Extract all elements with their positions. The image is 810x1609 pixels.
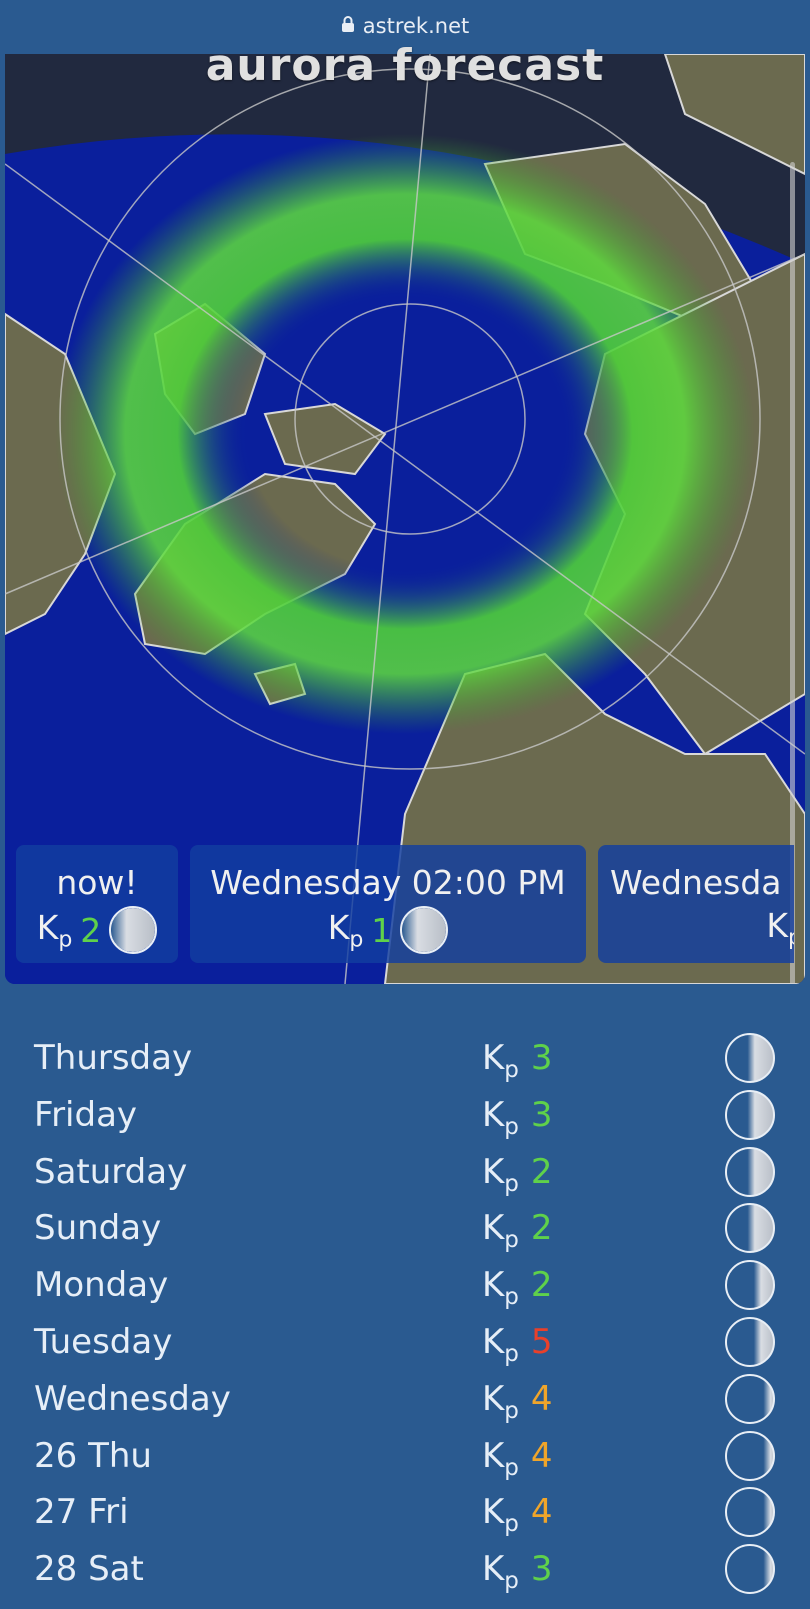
kp-value: 3 xyxy=(530,1094,553,1135)
table-row[interactable]: Sunday Kp 2 xyxy=(0,1200,810,1256)
kp-value: 3 xyxy=(530,1038,553,1078)
day-label: 28 Sat xyxy=(34,1549,144,1590)
table-row[interactable]: 26 Thu Kp 4 xyxy=(0,1428,810,1484)
forecast-card-next[interactable]: Wednesda Kp xyxy=(598,845,794,963)
moon-phase-icon xyxy=(724,1430,776,1482)
forecast-kp: Kp xyxy=(610,906,794,951)
day-label: Friday xyxy=(34,1094,138,1135)
moon-phase-icon xyxy=(724,1259,776,1311)
day-label: Sunday xyxy=(34,1208,162,1249)
table-row[interactable]: Thursday Kp 3 xyxy=(0,1030,810,1086)
kp-label: Kp xyxy=(327,907,364,953)
moon-phase-icon xyxy=(724,1146,776,1198)
table-row[interactable]: Wednesday Kp 4 xyxy=(0,1371,810,1427)
table-row[interactable]: Monday Kp 2 xyxy=(0,1257,810,1313)
moon-phase-icon xyxy=(400,906,449,954)
table-row[interactable]: 27 Fri Kp 4 xyxy=(0,1484,810,1540)
kp-value: 4 xyxy=(530,1378,553,1419)
kp-value: 1 xyxy=(371,910,393,950)
day-label: 27 Fri xyxy=(34,1492,129,1533)
kp-value: 2 xyxy=(80,910,102,950)
kp-value: 5 xyxy=(530,1322,553,1362)
moon-phase-icon xyxy=(109,906,158,954)
table-row[interactable]: 28 Sat Kp 3 xyxy=(0,1541,810,1597)
kp-value: 4 xyxy=(530,1492,553,1533)
forecast-time: Wednesday 02:00 PM xyxy=(210,863,566,902)
kp-label: Kp xyxy=(36,907,73,953)
day-label: Thursday xyxy=(34,1038,193,1078)
day-label: Monday xyxy=(34,1265,169,1306)
table-row[interactable]: Friday Kp 3 xyxy=(0,1087,810,1143)
kp-value: 2 xyxy=(530,1208,553,1249)
forecast-card-now[interactable]: now! Kp 2 xyxy=(16,845,178,963)
map-title: aurora forecast xyxy=(205,40,605,91)
forecast-card-wednesday[interactable]: Wednesday 02:00 PM Kp 1 xyxy=(190,845,586,963)
kp-value: 2 xyxy=(530,1151,553,1192)
forecast-strip[interactable]: now! Kp 2 Wednesday 02:00 PM Kp 1 Wednes… xyxy=(16,845,794,965)
forecast-time: now! xyxy=(56,863,138,902)
moon-phase-icon xyxy=(724,1543,776,1595)
day-label: 26 Thu xyxy=(34,1435,152,1476)
moon-phase-icon xyxy=(724,1373,776,1425)
forecast-kp: Kp 1 xyxy=(190,906,586,954)
day-label: Tuesday xyxy=(34,1322,173,1362)
kp-value: 2 xyxy=(530,1265,553,1306)
moon-phase-icon xyxy=(724,1202,776,1254)
moon-phase-icon xyxy=(724,1032,776,1084)
day-label: Saturday xyxy=(34,1151,188,1192)
kp-value: 3 xyxy=(530,1549,553,1590)
kp-value: 4 xyxy=(530,1435,553,1476)
day-label: Wednesday xyxy=(34,1378,231,1419)
moon-phase-icon xyxy=(724,1089,776,1141)
moon-phase-icon xyxy=(724,1316,776,1368)
lock-icon xyxy=(341,14,355,38)
forecast-kp: Kp 2 xyxy=(16,906,178,954)
forecast-time: Wednesda xyxy=(610,863,782,902)
table-row[interactable]: Saturday Kp 2 xyxy=(0,1144,810,1200)
table-row[interactable]: Tuesday Kp 5 xyxy=(0,1314,810,1370)
url-text: astrek.net xyxy=(362,14,470,38)
kp-label: Kp xyxy=(766,906,794,951)
kp-index: Kp 3 xyxy=(482,1549,553,1594)
moon-phase-icon xyxy=(724,1486,776,1538)
